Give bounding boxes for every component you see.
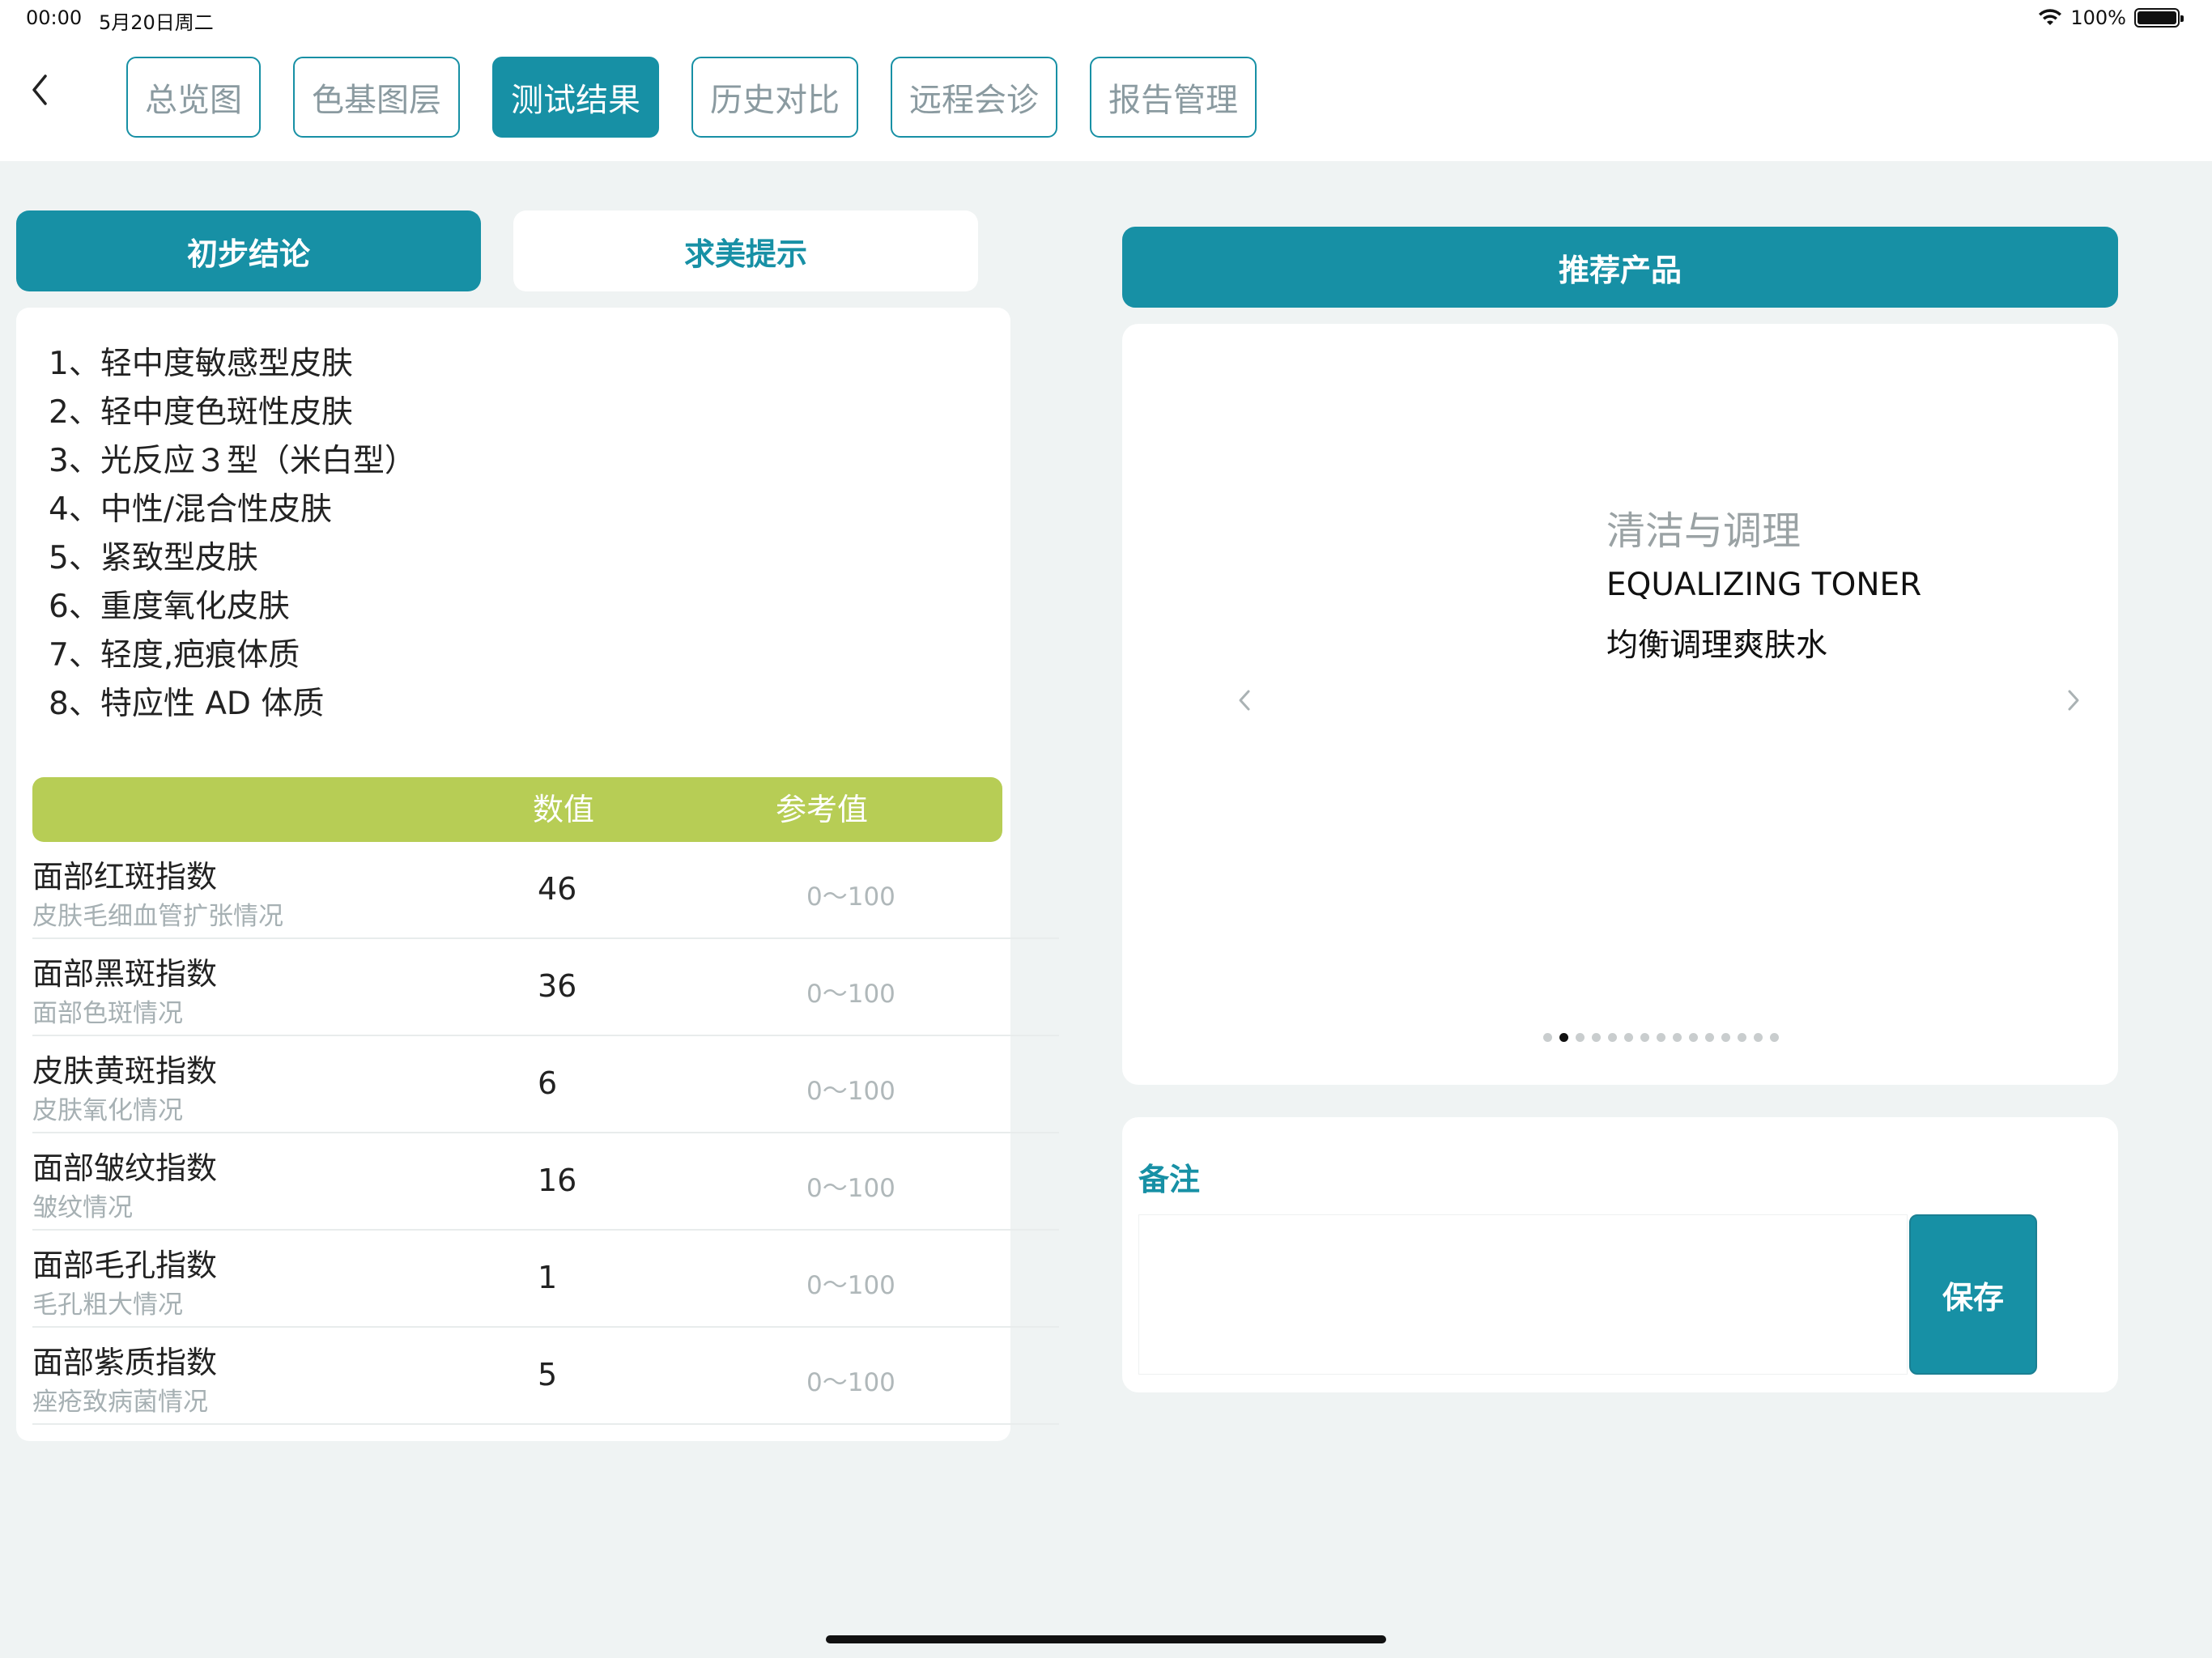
carousel-next-chevron-right-icon[interactable] xyxy=(2061,680,2086,721)
conclusion-item: 1、轻中度敏感型皮肤 xyxy=(49,346,353,382)
nav-tabs: 总览图 色基图层 测试结果 历史对比 远程会诊 报告管理 xyxy=(126,57,1257,138)
row-ref: 0～100 xyxy=(806,882,895,912)
tab-report-management[interactable]: 报告管理 xyxy=(1090,57,1257,138)
table-rows: 面部红斑指数 皮肤毛细血管扩张情况 46 0～100 面部黑斑指数 面部色斑情况… xyxy=(32,842,1059,1425)
tab-test-results[interactable]: 测试结果 xyxy=(492,57,659,138)
tab-overview[interactable]: 总览图 xyxy=(126,57,261,138)
battery-icon xyxy=(2134,8,2184,28)
table-row: 皮肤黄斑指数 皮肤氧化情况 6 0～100 xyxy=(32,1036,1059,1133)
row-value: 5 xyxy=(538,1357,558,1392)
header-reference: 参考值 xyxy=(776,792,869,827)
carousel-dot[interactable] xyxy=(1608,1033,1617,1042)
row-name: 面部皱纹指数 xyxy=(32,1150,218,1186)
row-value: 46 xyxy=(538,871,577,907)
row-desc: 毛孔粗大情况 xyxy=(32,1290,183,1320)
row-value: 6 xyxy=(538,1065,558,1101)
carousel-dot[interactable] xyxy=(1689,1033,1698,1042)
row-name: 皮肤黄斑指数 xyxy=(32,1053,218,1089)
status-date: 5月20日周二 xyxy=(99,11,214,34)
carousel-prev-chevron-left-icon[interactable] xyxy=(1232,680,1257,721)
carousel-dots xyxy=(1543,1033,1779,1042)
home-indicator xyxy=(826,1635,1386,1643)
carousel-dot[interactable] xyxy=(1576,1033,1585,1042)
results-card: 1、轻中度敏感型皮肤 2、轻中度色斑性皮肤 3、光反应３型（米白型） 4、中性/… xyxy=(16,308,1059,1441)
carousel-dot[interactable] xyxy=(1673,1033,1682,1042)
conclusion-item: 5、紧致型皮肤 xyxy=(49,540,258,576)
conclusion-item: 6、重度氧化皮肤 xyxy=(49,589,290,625)
notes-input[interactable] xyxy=(1138,1214,1908,1375)
carousel-dot[interactable] xyxy=(1640,1033,1649,1042)
carousel-dot[interactable] xyxy=(1657,1033,1665,1042)
conclusion-list: 1、轻中度敏感型皮肤 2、轻中度色斑性皮肤 3、光反应３型（米白型） 4、中性/… xyxy=(49,340,416,729)
conclusion-item: 8、特应性 AD 体质 xyxy=(49,686,325,722)
row-desc: 皱纹情况 xyxy=(32,1193,133,1222)
table-row: 面部紫质指数 痤疮致病菌情况 5 0～100 xyxy=(32,1328,1059,1425)
row-name: 面部毛孔指数 xyxy=(32,1248,218,1283)
row-value: 16 xyxy=(538,1163,577,1198)
carousel-dot[interactable] xyxy=(1559,1033,1568,1042)
product-name-en: EQUALIZING TONER xyxy=(1606,567,1922,603)
carousel-dot[interactable] xyxy=(1543,1033,1552,1042)
row-value: 1 xyxy=(538,1260,558,1295)
conclusion-item: 3、光反应３型（米白型） xyxy=(49,443,416,479)
wifi-icon xyxy=(2039,9,2062,25)
carousel-dot[interactable] xyxy=(1738,1033,1746,1042)
row-desc: 皮肤毛细血管扩张情况 xyxy=(32,902,283,931)
row-ref: 0～100 xyxy=(806,1077,895,1106)
tab-beauty-tips[interactable]: 求美提示 xyxy=(513,210,978,291)
carousel-dot[interactable] xyxy=(1770,1033,1779,1042)
table-row: 面部毛孔指数 毛孔粗大情况 1 0～100 xyxy=(32,1231,1059,1328)
status-right: 100% xyxy=(2038,6,2184,29)
row-ref: 0～100 xyxy=(806,1271,895,1300)
battery-percent: 100% xyxy=(2070,6,2126,29)
status-time: 00:00 xyxy=(26,6,83,29)
notes-label: 备注 xyxy=(1138,1162,1201,1197)
recommend-header: 推荐产品 xyxy=(1122,227,2118,308)
notes-card: 备注 保存 xyxy=(1122,1117,2118,1392)
carousel-dot[interactable] xyxy=(1705,1033,1714,1042)
left-tabs: 初步结论 求美提示 xyxy=(16,210,978,291)
row-name: 面部红斑指数 xyxy=(32,859,218,895)
conclusion-item: 4、中性/混合性皮肤 xyxy=(49,491,332,528)
table-row: 面部红斑指数 皮肤毛细血管扩张情况 46 0～100 xyxy=(32,842,1059,939)
product-name-cn: 均衡调理爽肤水 xyxy=(1606,627,1828,664)
save-button[interactable]: 保存 xyxy=(1909,1214,2037,1375)
carousel-dot[interactable] xyxy=(1754,1033,1763,1042)
row-name: 面部黑斑指数 xyxy=(32,956,218,992)
tab-preliminary-conclusion[interactable]: 初步结论 xyxy=(16,210,481,291)
header-value: 数值 xyxy=(533,792,595,827)
row-desc: 皮肤氧化情况 xyxy=(32,1096,183,1125)
table-row: 面部皱纹指数 皱纹情况 16 0～100 xyxy=(32,1133,1059,1231)
conclusion-item: 2、轻中度色斑性皮肤 xyxy=(49,394,353,431)
table-header: 数值 参考值 xyxy=(32,777,1002,842)
carousel-dot[interactable] xyxy=(1592,1033,1601,1042)
product-carousel: 清洁与调理 EQUALIZING TONER 均衡调理爽肤水 xyxy=(1122,324,2118,1085)
row-desc: 面部色斑情况 xyxy=(32,999,183,1028)
row-ref: 0～100 xyxy=(806,980,895,1009)
conclusion-item: 7、轻度,疤痕体质 xyxy=(49,637,300,674)
table-row: 面部黑斑指数 面部色斑情况 36 0～100 xyxy=(32,939,1059,1036)
row-name: 面部紫质指数 xyxy=(32,1345,218,1380)
tab-remote-consult[interactable]: 远程会诊 xyxy=(891,57,1057,138)
row-desc: 痤疮致病菌情况 xyxy=(32,1388,208,1417)
product-category: 清洁与调理 xyxy=(1606,508,1802,554)
carousel-dot[interactable] xyxy=(1624,1033,1633,1042)
top-area: 00:00 5月20日周二 100% 总览图 色基图层 测试结果 历史对比 远程… xyxy=(0,0,2212,161)
tab-color-layers[interactable]: 色基图层 xyxy=(293,57,460,138)
tab-history-compare[interactable]: 历史对比 xyxy=(691,57,858,138)
carousel-dot[interactable] xyxy=(1721,1033,1730,1042)
back-chevron-left-icon[interactable] xyxy=(28,70,52,110)
row-ref: 0～100 xyxy=(806,1174,895,1203)
row-ref: 0～100 xyxy=(806,1368,895,1397)
row-value: 36 xyxy=(538,968,577,1004)
